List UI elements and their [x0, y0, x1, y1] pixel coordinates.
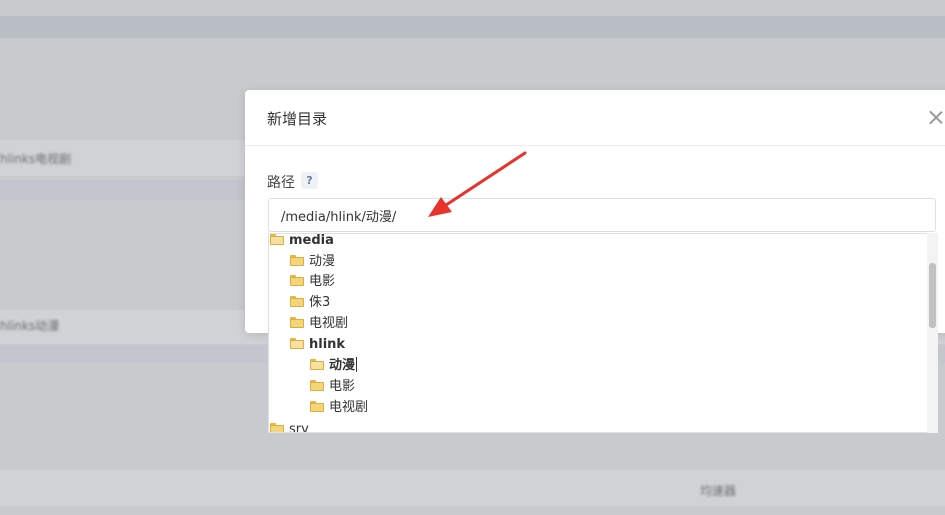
close-icon[interactable]	[925, 107, 945, 129]
path-input[interactable]	[268, 198, 936, 232]
tree-item-movies[interactable]: 电影	[290, 272, 335, 292]
folder-open-icon	[270, 234, 284, 245]
folder-open-icon	[310, 358, 324, 370]
tree-item-3[interactable]: 侏3	[290, 293, 330, 313]
tree-item-label: media	[289, 233, 334, 248]
bg-label: 均速器	[700, 484, 737, 498]
tree-item-label: srv	[289, 422, 309, 433]
folder-icon	[290, 254, 304, 266]
folder-icon	[310, 400, 324, 412]
dialog-header: 新增目录	[245, 90, 945, 146]
bg-band	[0, 16, 945, 38]
tree-item-label: 动漫	[309, 254, 336, 269]
tree-item-label: 侏3	[309, 295, 331, 310]
tree-item-label: hlink	[309, 337, 346, 352]
tree-item-media[interactable]: media	[270, 233, 334, 251]
bg-row	[0, 470, 945, 506]
tree-item-label: 电影	[309, 274, 336, 289]
text-cursor	[356, 357, 358, 372]
folder-icon	[290, 316, 304, 328]
folder-icon	[270, 422, 284, 432]
tree-item-anime[interactable]: 动漫	[290, 252, 335, 272]
folder-icon	[290, 274, 304, 286]
tree-item-hlink-movies[interactable]: 电影	[310, 377, 355, 397]
tree-item-srv[interactable]: srv	[270, 420, 309, 433]
folder-icon	[290, 295, 304, 307]
folder-icon	[310, 379, 324, 391]
folder-open-icon	[290, 337, 304, 349]
tree-item-label: 动漫	[329, 358, 356, 373]
dialog-title: 新增目录	[267, 110, 328, 128]
tree-item-hlink-anime[interactable]: 动漫	[310, 356, 358, 376]
tree-item-hlink[interactable]: hlink	[290, 335, 345, 355]
tree-item-label: 电视剧	[329, 400, 369, 415]
help-icon[interactable]: ?	[301, 172, 318, 189]
scrollbar-thumb[interactable]	[929, 263, 936, 328]
tree-item-tv[interactable]: 电视剧	[290, 314, 348, 334]
path-label: 路径	[267, 175, 295, 191]
directory-tree: media 动漫 电影 侏3 电视剧 hlink 动漫 电影 电视剧 srv	[268, 233, 938, 433]
tree-item-label: 电视剧	[309, 316, 349, 331]
tree-item-hlink-tv[interactable]: 电视剧	[310, 398, 368, 418]
bg-label: hlinks电视剧	[0, 152, 72, 166]
bg-label: hlinks动漫	[0, 319, 60, 333]
tree-item-label: 电影	[329, 379, 356, 394]
